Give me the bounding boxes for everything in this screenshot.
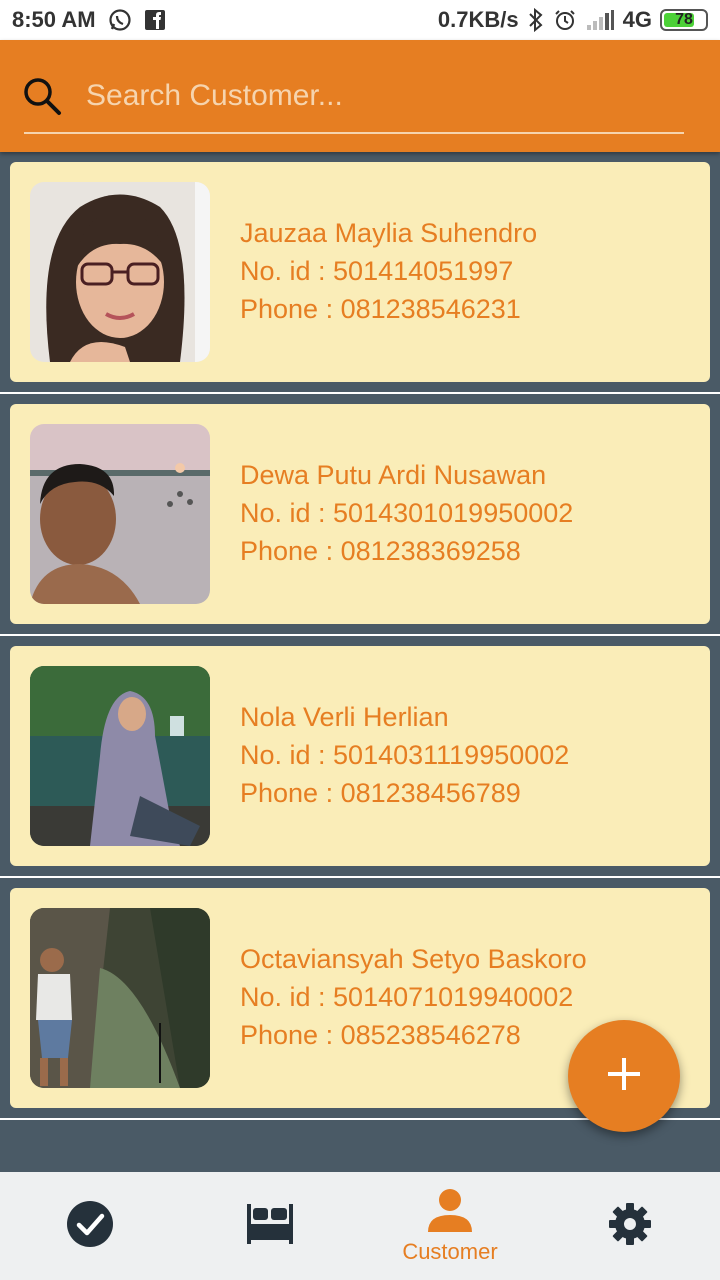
status-bar: 8:50 AM 0.7KB/s 4G 78 <box>0 0 720 40</box>
search-input[interactable] <box>86 70 684 122</box>
search-icon[interactable] <box>22 76 62 116</box>
customer-phone: Phone : 081238369258 <box>240 536 521 566</box>
nav-item-customer[interactable]: Customer <box>360 1172 540 1280</box>
bottom-navigation: Customer <box>0 1172 720 1280</box>
nav-label-customer: Customer <box>402 1238 498 1264</box>
search-underline <box>24 132 684 134</box>
signal-icon <box>585 9 615 31</box>
customer-name: Nola Verli Herlian <box>240 702 449 732</box>
customer-name: Dewa Putu Ardi Nusawan <box>240 460 547 490</box>
customer-phone: Phone : 081238456789 <box>240 778 521 808</box>
list-item: Jauzaa Maylia Suhendro No. id : 50141405… <box>0 152 720 394</box>
bed-icon <box>245 1203 295 1249</box>
person-icon <box>428 1188 472 1237</box>
gear-icon <box>607 1201 653 1252</box>
customer-phone: Phone : 085238546278 <box>240 1020 521 1050</box>
customer-name: Jauzaa Maylia Suhendro <box>240 218 538 248</box>
nav-item-settings[interactable] <box>540 1172 720 1280</box>
nav-item-checkin[interactable] <box>0 1172 180 1280</box>
customer-phone: Phone : 081238546231 <box>240 294 521 324</box>
app-header <box>0 40 720 152</box>
list-item: Dewa Putu Ardi Nusawan No. id : 50143010… <box>0 394 720 636</box>
network-speed: 0.7KB/s <box>437 7 519 32</box>
customer-list: Jauzaa Maylia Suhendro No. id : 50141405… <box>0 152 720 1120</box>
plus-icon <box>606 1056 642 1097</box>
customer-id: No. id : 5014301019950002 <box>240 498 574 528</box>
customer-card[interactable]: Jauzaa Maylia Suhendro No. id : 50141405… <box>10 162 710 382</box>
whatsapp-icon <box>108 8 132 32</box>
facebook-icon <box>144 9 166 31</box>
bluetooth-icon <box>527 8 545 32</box>
customer-id: No. id : 501414051997 <box>240 256 514 286</box>
battery-icon: 78 <box>660 9 708 31</box>
customer-avatar <box>30 182 210 362</box>
battery-level: 78 <box>675 11 693 28</box>
customer-avatar <box>30 908 210 1088</box>
customer-id: No. id : 5014031119950002 <box>240 740 570 770</box>
add-customer-button[interactable] <box>568 1020 680 1132</box>
nav-item-rooms[interactable] <box>180 1172 360 1280</box>
alarm-icon <box>553 8 577 32</box>
customer-avatar <box>30 666 210 846</box>
customer-id: No. id : 5014071019940002 <box>240 982 574 1012</box>
customer-card[interactable]: Nola Verli Herlian No. id : 501403111995… <box>10 646 710 866</box>
status-time: 8:50 AM <box>12 7 96 32</box>
network-type: 4G <box>622 7 652 32</box>
customer-avatar <box>30 424 210 604</box>
customer-name: Octaviansyah Setyo Baskoro <box>240 944 587 974</box>
list-item: Nola Verli Herlian No. id : 501403111995… <box>0 636 720 878</box>
check-circle-icon <box>66 1200 114 1253</box>
customer-card[interactable]: Dewa Putu Ardi Nusawan No. id : 50143010… <box>10 404 710 624</box>
